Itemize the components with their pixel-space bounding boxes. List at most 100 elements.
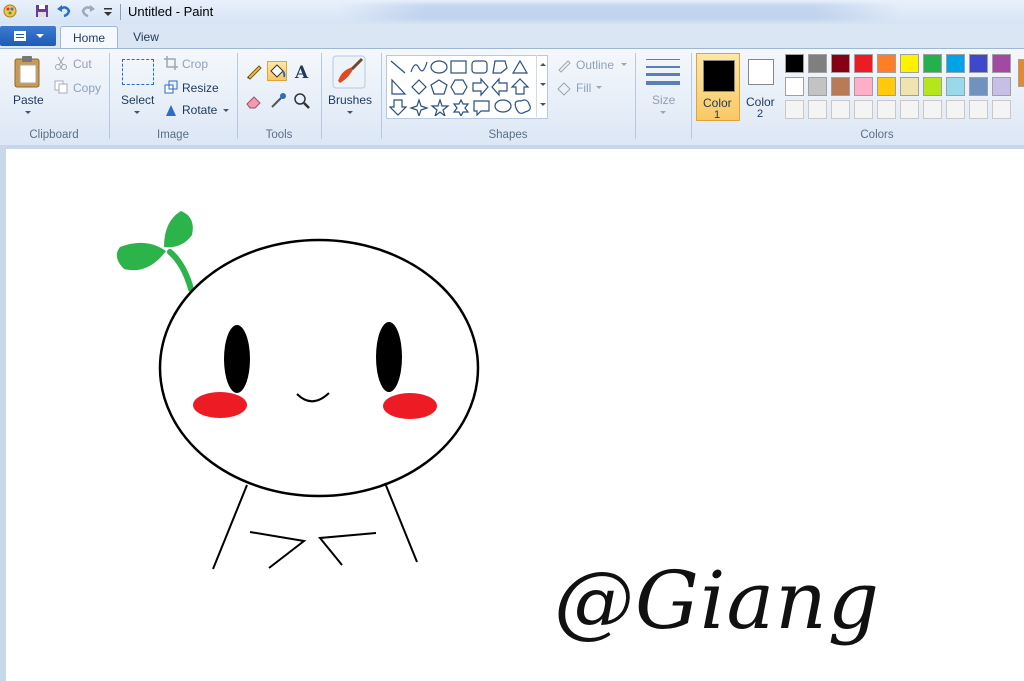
polygon-shape-icon [492, 60, 508, 74]
title-separator [120, 4, 121, 20]
colors-group-label: Colors [860, 129, 894, 141]
palette-empty-swatch[interactable] [877, 100, 896, 119]
down-arrow-shape-icon [389, 99, 408, 116]
signature-text: @Giang [554, 554, 880, 647]
triangle-shape-icon [511, 59, 529, 74]
palette-swatch[interactable] [923, 54, 942, 73]
rectangle-shape-icon [450, 60, 467, 74]
color1-label: Color [703, 96, 732, 110]
palette-empty-swatch[interactable] [923, 100, 942, 119]
palette-swatch[interactable] [946, 77, 965, 96]
shapes-group: Outline Fill Shapes [0, 49, 640, 143]
palette-swatch[interactable] [900, 77, 919, 96]
paint-app-icon[interactable] [2, 3, 18, 19]
palette-empty-swatch[interactable] [946, 100, 965, 119]
palette-swatch[interactable] [969, 54, 988, 73]
palette-swatch[interactable] [969, 77, 988, 96]
palette-swatch[interactable] [992, 54, 1011, 73]
oval-callout-shape-icon [494, 99, 512, 113]
palette-empty-swatch[interactable] [808, 100, 827, 119]
fill-icon [557, 82, 571, 96]
size-label[interactable]: Size [652, 93, 675, 107]
six-point-star-shape-icon [452, 98, 470, 116]
customize-quick-access-icon[interactable] [100, 3, 116, 19]
color2-button[interactable] [748, 59, 774, 85]
five-point-star-shape-icon [430, 98, 450, 116]
curve-shape-icon [410, 61, 428, 73]
ribbon-tabs: Home View [0, 24, 1024, 49]
gallery-down-icon[interactable] [540, 83, 546, 86]
palette-empty-swatch[interactable] [992, 100, 1011, 119]
outline-dropdown-icon[interactable] [621, 63, 627, 66]
size-icon[interactable] [646, 57, 680, 87]
left-leg [212, 484, 248, 570]
drawing-canvas[interactable]: @Giang [6, 149, 1024, 681]
left-cheek [193, 392, 247, 418]
palette-swatch[interactable] [808, 54, 827, 73]
right-triangle-shape-icon [391, 78, 407, 95]
right-eye [376, 322, 402, 392]
palette-swatch[interactable] [923, 77, 942, 96]
palette-empty-swatch[interactable] [969, 100, 988, 119]
palette-swatch[interactable] [808, 77, 827, 96]
size-dropdown-icon[interactable] [660, 111, 666, 114]
color2-label: Color [746, 95, 775, 109]
blurred-taskbar-area [340, 3, 900, 21]
tab-view[interactable]: View [120, 26, 172, 48]
palette-swatch[interactable] [992, 77, 1011, 96]
fill-button[interactable]: Fill [576, 81, 591, 95]
color1-swatch [703, 60, 735, 92]
palette-swatch[interactable] [877, 77, 896, 96]
ribbon: Paste Cut Copy Clipboard Select Crop Res… [0, 48, 1024, 146]
color1-number: 1 [714, 109, 721, 121]
save-icon[interactable] [34, 3, 50, 19]
tab-home[interactable]: Home [60, 26, 118, 49]
palette-empty-swatch[interactable] [854, 100, 873, 119]
fill-dropdown-icon[interactable] [596, 86, 602, 89]
palette-empty-swatch[interactable] [785, 100, 804, 119]
undo-icon[interactable] [56, 3, 72, 19]
size-group: Size [636, 49, 690, 143]
cloud-callout-shape-icon [514, 99, 531, 114]
palette-empty-swatch[interactable] [831, 100, 850, 119]
palette-swatch[interactable] [831, 77, 850, 96]
hexagon-shape-icon [450, 79, 468, 95]
outline-button[interactable]: Outline [576, 58, 614, 72]
palette-swatch[interactable] [900, 54, 919, 73]
edit-colors-icon[interactable] [1018, 59, 1024, 87]
pentagon-shape-icon [430, 79, 448, 95]
window-title: Untitled - Paint [128, 4, 214, 19]
left-foot [249, 531, 307, 569]
palette-swatch[interactable] [877, 54, 896, 73]
palette-swatch[interactable] [854, 77, 873, 96]
up-arrow-shape-icon [510, 78, 530, 95]
head-outline [158, 238, 480, 498]
right-cheek [383, 393, 437, 419]
palette-swatch[interactable] [785, 54, 804, 73]
gallery-up-icon[interactable] [540, 63, 546, 66]
diamond-shape-icon [411, 79, 427, 95]
canvas-area: @Giang [0, 145, 1024, 681]
left-eye [224, 325, 250, 393]
shapes-group-label: Shapes [488, 129, 528, 141]
rounded-callout-shape-icon [473, 100, 490, 116]
palette-swatch[interactable] [946, 54, 965, 73]
gallery-more-icon[interactable] [540, 103, 546, 106]
palette-swatch[interactable] [854, 54, 873, 73]
sprout-drawing [116, 211, 194, 292]
shapes-gallery[interactable] [386, 55, 548, 119]
color1-button[interactable]: Color 1 [696, 53, 740, 121]
menu-icon [14, 31, 26, 41]
palette-swatch[interactable] [785, 77, 804, 96]
rounded-rectangle-shape-icon [471, 60, 488, 74]
four-point-star-shape-icon [409, 98, 429, 116]
redo-icon[interactable] [80, 3, 96, 19]
palette-empty-swatch[interactable] [900, 100, 919, 119]
oval-shape-icon [430, 60, 448, 74]
right-foot [318, 532, 377, 566]
group-divider [691, 53, 692, 139]
shapes-gallery-scrollbar[interactable] [536, 55, 549, 117]
file-menu-button[interactable] [0, 26, 56, 46]
right-arrow-shape-icon [472, 77, 489, 97]
palette-swatch[interactable] [831, 54, 850, 73]
